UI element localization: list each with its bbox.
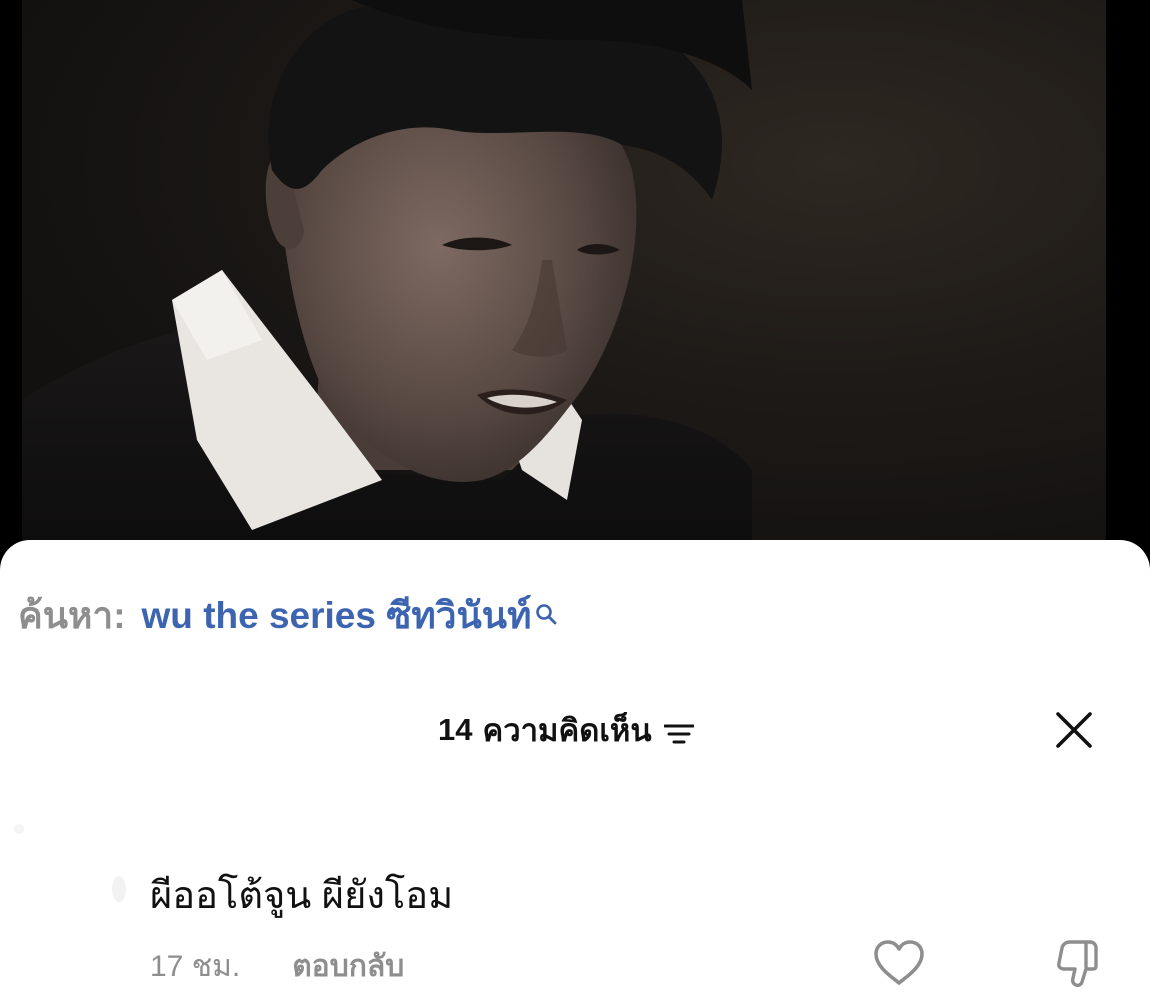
letterbox-right <box>1106 0 1150 545</box>
comment-timestamp: 17 ชม. <box>150 949 241 983</box>
reply-button[interactable]: ตอบกลับ <box>292 943 404 990</box>
search-query-link[interactable]: wu the series ซีทวินันท์ <box>142 586 532 645</box>
search-icon <box>535 592 557 625</box>
comments-sheet: ค้นหา: wu the series ซีทวินันท์ 14 ความค… <box>0 540 1150 1007</box>
avatar-placeholder <box>112 876 126 902</box>
comment-text: ผีออโต้จูน ผียังโอม <box>150 875 454 917</box>
video-player[interactable] <box>22 0 1106 545</box>
like-button[interactable] <box>872 938 926 988</box>
comment-count-number: 14 <box>438 712 473 747</box>
filter-icon[interactable] <box>663 718 695 744</box>
heart-icon <box>874 940 924 985</box>
search-suggestion[interactable]: ค้นหา: wu the series ซีทวินันท์ <box>18 590 557 640</box>
comments-header: 14 ความคิดเห็น <box>0 708 1150 752</box>
avatar <box>14 824 24 834</box>
close-icon <box>1056 712 1092 748</box>
app-screen: ค้นหา: wu the series ซีทวินันท์ 14 ความค… <box>0 0 1150 1007</box>
dislike-button[interactable] <box>1052 936 1106 990</box>
close-button[interactable] <box>1052 708 1096 752</box>
video-frame-illustration <box>22 0 1106 545</box>
thumbs-down-icon <box>1057 940 1098 988</box>
comment-count-label: ความคิดเห็น <box>482 713 652 748</box>
search-prefix-label: ค้นหา: <box>18 594 126 636</box>
comment-item: ผีออโต้จูน ผียังโอม 17 ชม. ตอบกลับ <box>0 798 1150 998</box>
comment-meta: 17 ชม. ตอบกลับ <box>150 946 404 986</box>
letterbox-left <box>0 0 22 545</box>
comment-count-title[interactable]: 14 ความคิดเห็น <box>438 708 695 752</box>
